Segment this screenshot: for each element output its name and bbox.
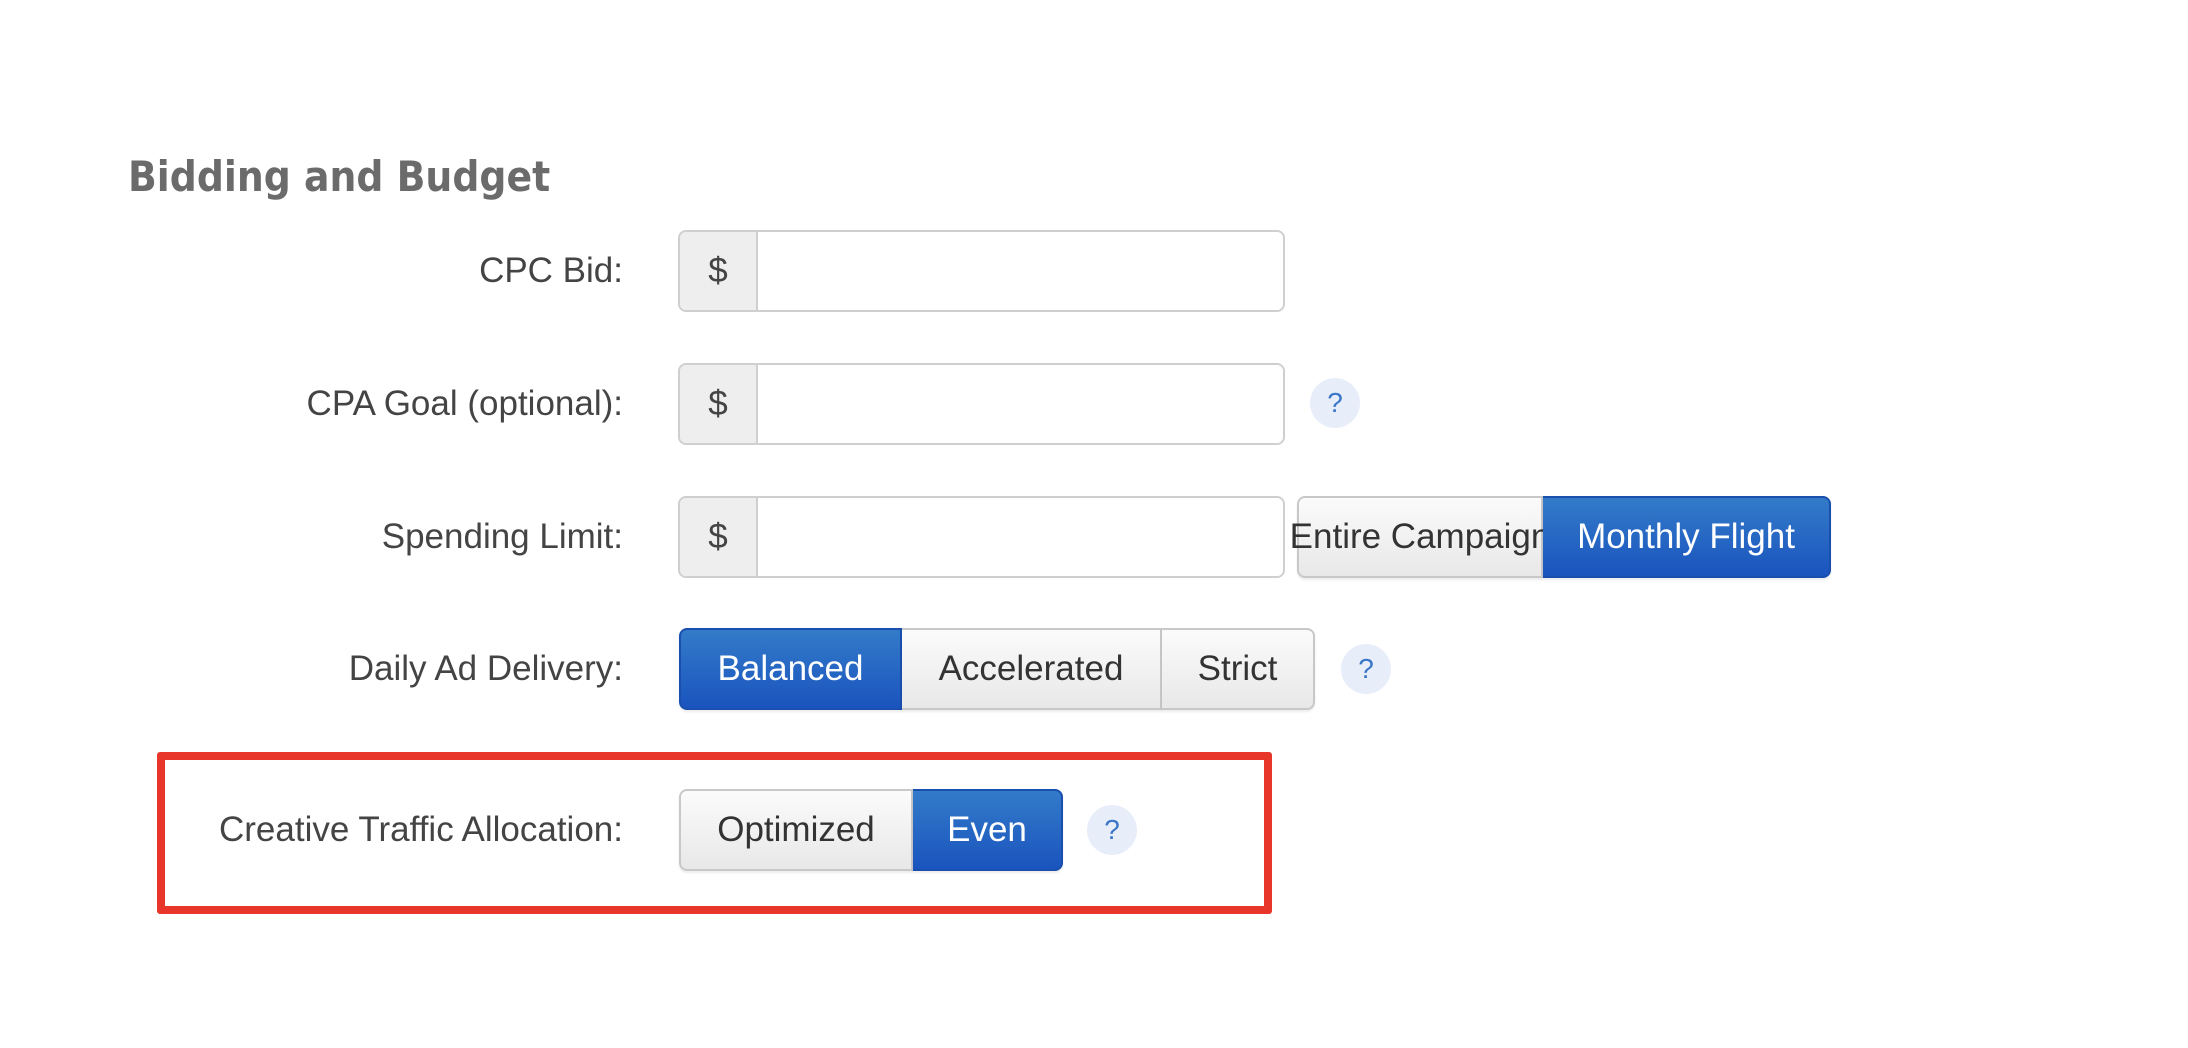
spending-limit-input[interactable] — [758, 498, 1283, 576]
currency-addon: $ — [680, 365, 758, 443]
cpa-goal-input-group: $ — [678, 363, 1285, 445]
cpc-bid-input-group: $ — [678, 230, 1285, 312]
even-button[interactable]: Even — [913, 789, 1063, 871]
accelerated-button[interactable]: Accelerated — [902, 628, 1162, 710]
creative-traffic-allocation-label: Creative Traffic Allocation: — [219, 810, 623, 849]
daily-ad-delivery-label: Daily Ad Delivery: — [348, 649, 623, 688]
creative-traffic-allocation-help-icon[interactable]: ? — [1087, 805, 1137, 855]
spending-limit-input-group: $ — [678, 496, 1285, 578]
cpc-bid-label: CPC Bid: — [479, 251, 623, 290]
monthly-flight-button[interactable]: Monthly Flight — [1543, 496, 1831, 578]
daily-ad-delivery-help-icon[interactable]: ? — [1341, 644, 1391, 694]
creative-traffic-allocation-toggle: Optimized Even — [679, 789, 1063, 871]
balanced-button[interactable]: Balanced — [679, 628, 902, 710]
cpc-bid-input[interactable] — [758, 232, 1283, 310]
section-title: Bidding and Budget — [128, 152, 551, 201]
daily-ad-delivery-toggle: Balanced Accelerated Strict — [679, 628, 1315, 710]
entire-campaign-button[interactable]: Entire Campaign — [1290, 496, 1550, 578]
currency-addon: $ — [680, 232, 758, 310]
cpa-goal-help-icon[interactable]: ? — [1310, 378, 1360, 428]
spending-limit-label: Spending Limit: — [381, 517, 623, 556]
strict-button[interactable]: Strict — [1162, 628, 1315, 710]
optimized-button[interactable]: Optimized — [679, 789, 913, 871]
currency-addon: $ — [680, 498, 758, 576]
cpa-goal-input[interactable] — [758, 365, 1283, 443]
cpa-goal-label: CPA Goal (optional): — [306, 384, 623, 423]
spending-limit-period-toggle: Entire Campaign Monthly Flight — [1290, 496, 1831, 578]
